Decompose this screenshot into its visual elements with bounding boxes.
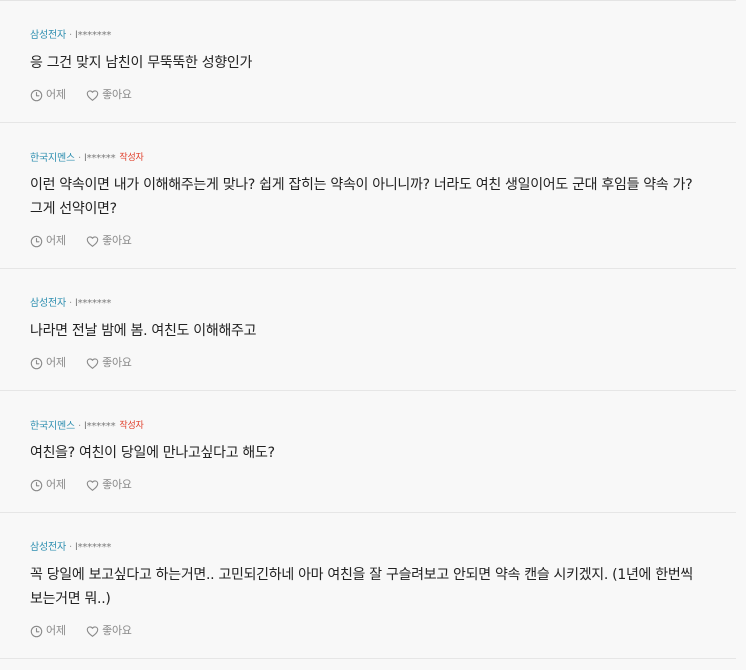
like-label: 좋아요 — [102, 234, 132, 247]
comment-item: 삼성전자 · l******* 나라면 전날 밤에 봄. 여친도 이해해주고 어제 … — [0, 269, 736, 391]
like-label: 좋아요 — [102, 88, 132, 101]
like-button[interactable]: 좋아요 — [86, 623, 132, 639]
comment-actions: 어제 좋아요 — [30, 355, 149, 371]
comment-text: 여친을? 여친이 당일에 만나고싶다고 해도? — [30, 445, 275, 461]
meta-separator: · — [69, 298, 72, 309]
op-badge: 작성자 — [119, 421, 144, 431]
comment-meta: 한국지멘스 · l****** 작성자 — [30, 151, 144, 165]
clock-icon — [30, 357, 43, 369]
author-company[interactable]: 한국지멘스 — [30, 421, 75, 432]
like-button[interactable]: 좋아요 — [86, 477, 132, 493]
timestamp: 어제 — [30, 477, 66, 493]
like-label: 좋아요 — [102, 356, 132, 369]
comment-list: 삼성전자 · l******* 응 그건 맞지 남친이 무뚝뚝한 성향인가 어제 좋… — [0, 0, 736, 659]
comment-actions: 어제 좋아요 — [30, 477, 149, 493]
comment-actions: 어제 좋아요 — [30, 623, 149, 639]
meta-separator: · — [69, 542, 72, 553]
comment-meta: 삼성전자 · l******* — [30, 297, 111, 311]
meta-separator: · — [78, 153, 81, 164]
like-label: 좋아요 — [102, 478, 132, 491]
op-badge: 작성자 — [119, 153, 144, 163]
author-company[interactable]: 삼성전자 — [30, 298, 66, 309]
comment-actions: 어제 좋아요 — [30, 233, 149, 249]
author-company[interactable]: 삼성전자 — [30, 30, 66, 41]
time-label: 어제 — [46, 356, 66, 369]
author-company[interactable]: 삼성전자 — [30, 542, 66, 553]
heart-icon — [86, 357, 99, 369]
comment-item: 한국지멘스 · l****** 작성자 여친을? 여친이 당일에 만나고싶다고 해도?… — [0, 391, 736, 513]
like-label: 좋아요 — [102, 624, 132, 637]
clock-icon — [30, 89, 43, 101]
heart-icon — [86, 479, 99, 491]
clock-icon — [30, 235, 43, 247]
author-company[interactable]: 한국지멘스 — [30, 153, 75, 164]
comment-text: 나라면 전날 밤에 봄. 여친도 이해해주고 — [30, 323, 257, 339]
author-nickname: l******* — [74, 30, 112, 41]
comment-text: 꼭 당일에 보고싶다고 하는거면.. 고민되긴하네 아마 여친을 잘 구슬려보고… — [30, 567, 694, 607]
author-nickname: l******* — [74, 542, 112, 553]
clock-icon — [30, 479, 43, 491]
comment-meta: 한국지멘스 · l****** 작성자 — [30, 419, 144, 433]
heart-icon — [86, 625, 99, 637]
comment-text: 이런 약속이면 내가 이해해주는게 맞나? 쉽게 잡히는 약속이 아니니까? 너… — [30, 177, 693, 217]
heart-icon — [86, 89, 99, 101]
timestamp: 어제 — [30, 233, 66, 249]
comment-meta: 삼성전자 · l******* — [30, 541, 111, 555]
time-label: 어제 — [46, 478, 66, 491]
like-button[interactable]: 좋아요 — [86, 87, 132, 103]
time-label: 어제 — [46, 624, 66, 637]
timestamp: 어제 — [30, 355, 66, 371]
author-nickname: l****** — [83, 421, 116, 432]
author-nickname: l******* — [74, 298, 112, 309]
like-button[interactable]: 좋아요 — [86, 355, 132, 371]
timestamp: 어제 — [30, 623, 66, 639]
comment-item: 삼성전자 · l******* 꼭 당일에 보고싶다고 하는거면.. 고민되긴하네 … — [0, 513, 736, 659]
comment-text: 응 그건 맞지 남친이 무뚝뚝한 성향인가 — [30, 55, 253, 71]
like-button[interactable]: 좋아요 — [86, 233, 132, 249]
meta-separator: · — [78, 421, 81, 432]
time-label: 어제 — [46, 234, 66, 247]
comment-actions: 어제 좋아요 — [30, 87, 149, 103]
comment-meta: 삼성전자 · l******* — [30, 29, 111, 43]
timestamp: 어제 — [30, 87, 66, 103]
meta-separator: · — [69, 30, 72, 41]
heart-icon — [86, 235, 99, 247]
comment-item: 삼성전자 · l******* 응 그건 맞지 남친이 무뚝뚝한 성향인가 어제 좋… — [0, 1, 736, 123]
time-label: 어제 — [46, 88, 66, 101]
comment-item: 한국지멘스 · l****** 작성자 이런 약속이면 내가 이해해주는게 맞나? 쉽… — [0, 123, 736, 269]
clock-icon — [30, 625, 43, 637]
author-nickname: l****** — [83, 153, 116, 164]
